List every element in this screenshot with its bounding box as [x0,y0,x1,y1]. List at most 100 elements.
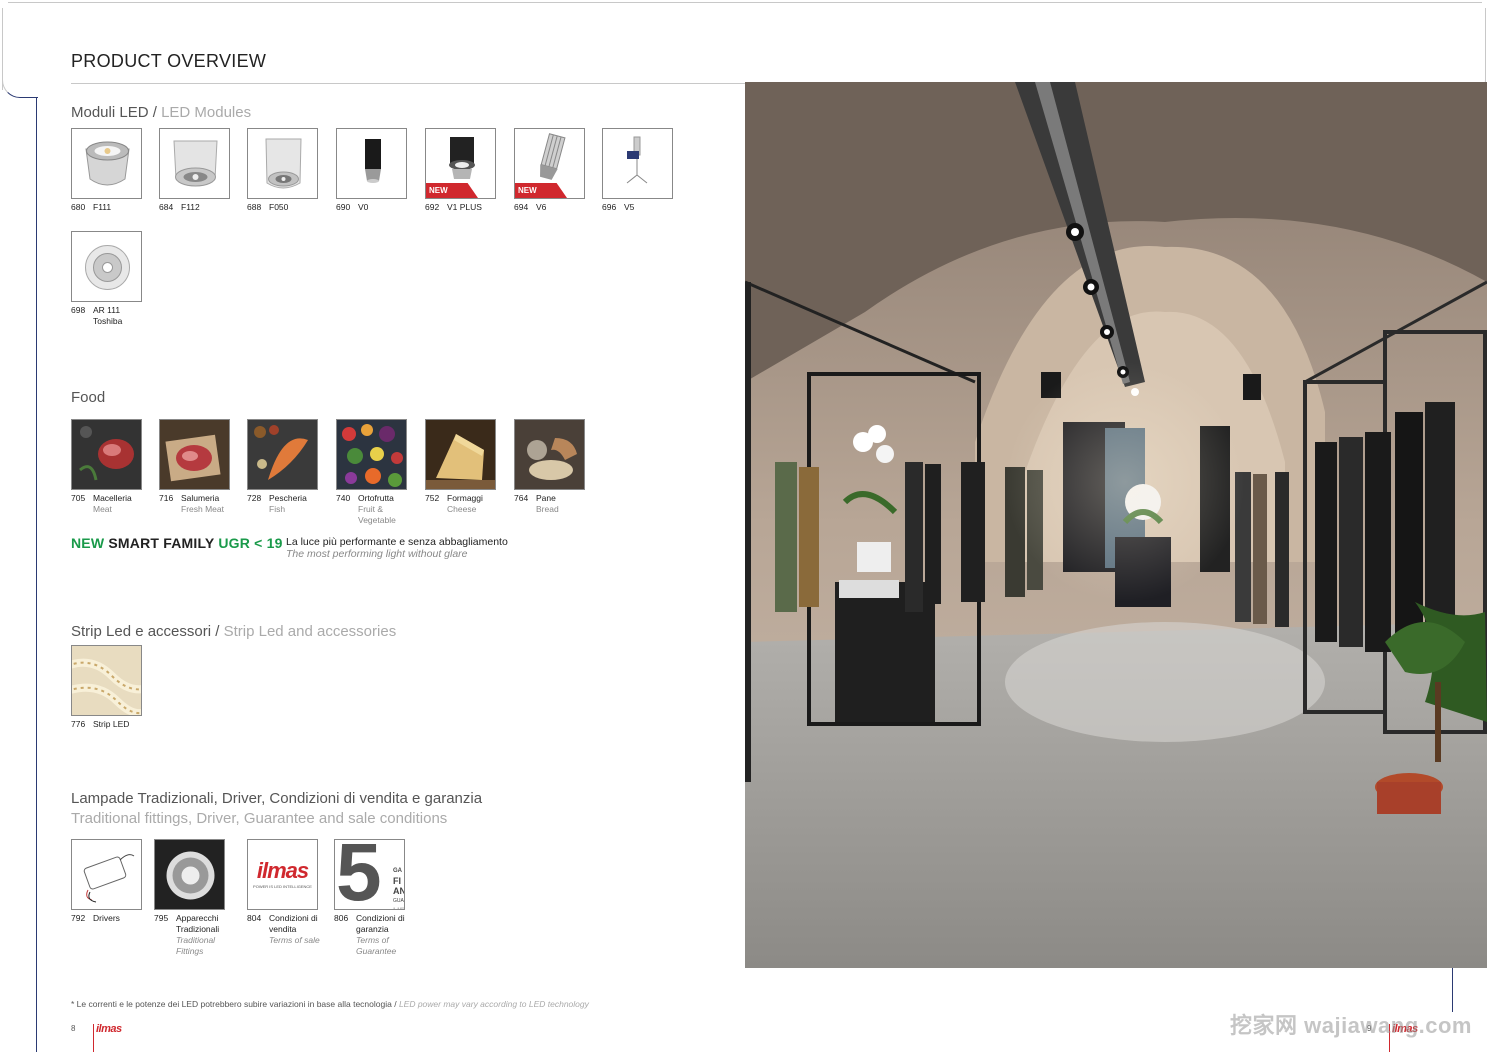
product-sublabel: Terms of [356,935,389,945]
product-label: Pescheria [269,493,307,503]
product-label-2: vendita [269,924,297,934]
product-label-2: Tradizionali [176,924,220,934]
product-number: 804 [247,913,262,923]
food-thumb [247,419,318,490]
product-number: 698 [71,305,86,315]
product-label: Ortofrutta [358,493,394,503]
product-thumb [602,128,673,199]
product-thumb [154,839,225,910]
smart-desc-it: La luce più performante e senza abbaglia… [286,536,508,548]
product-number: 792 [71,913,86,923]
smart-family-description: La luce più performante e senza abbaglia… [286,536,508,560]
product-sublabel-2: Fittings [176,946,204,956]
product-thumb [71,839,142,910]
frame-corner-left [2,70,38,98]
product-thumb [71,231,142,302]
section-title-sep: / [152,104,157,121]
product-label-2: garanzia [356,924,389,934]
product-sublabel-2: Guarantee [356,946,397,956]
product-tile-806[interactable]: 5 GA FI AN GUA UF 806 Condizioni digaranz… [334,839,474,957]
product-thumb [336,128,407,199]
product-number: 716 [159,493,174,503]
store-interior-photo [745,82,1487,968]
food-tile-764[interactable]: 764 Pane Bread [514,419,654,515]
product-number: 806 [334,913,349,923]
section-title-food: Food [71,389,106,406]
ilmas-tagline: POWER IS LED INTELLIGENCE [253,884,312,889]
food-thumb [159,419,230,490]
guarantee-text-5: UF [393,906,404,909]
product-label: Strip LED [93,719,130,729]
product-thumb [71,128,142,199]
product-number: 764 [514,493,529,503]
product-label: Salumeria [181,493,220,503]
section-title-strip: Strip Led e accessori / Strip Led and ac… [71,623,396,640]
section-title-en: LED Modules [161,104,252,121]
section-title-sep: / [215,623,220,640]
product-number: 728 [247,493,262,503]
ilmas-logo: ilmas [256,858,309,883]
guarantee-thumb: 5 GA FI AN GUA UF [334,839,405,910]
product-number: 690 [336,202,351,212]
product-number: 705 [71,493,86,503]
product-number: 688 [247,202,262,212]
product-sublabel: Toshiba [93,316,123,326]
food-thumb [514,419,585,490]
product-label: Macelleria [93,493,132,503]
product-label: Condizioni di [269,913,318,923]
product-number: 776 [71,719,86,729]
product-tile-696[interactable]: 696 V5 [602,128,742,213]
food-thumb [71,419,142,490]
footnote: * Le correnti e le potenze dei LED potre… [71,999,589,1009]
smart-ugr-label: UGR < 19 [218,535,283,551]
product-label: Pane [536,493,556,503]
product-thumb: NEW [425,128,496,199]
section-title-en: Strip Led and accessories [223,623,397,640]
product-number: 694 [514,202,529,212]
footnote-en: LED power may vary according to LED tech… [398,999,589,1009]
food-thumb [425,419,496,490]
product-label: Apparecchi [176,913,219,923]
guarantee-text-2: FI [393,876,401,886]
product-label: Formaggi [447,493,483,503]
left-margin-line [36,97,37,1052]
smart-family-name: SMART FAMILY [108,535,215,551]
guarantee-text-1: GA [393,868,402,874]
product-label: Condizioni di [356,913,405,923]
section-title-led: Moduli LED / LED Modules [71,104,251,121]
smart-family-heading: NEW SMART FAMILY UGR < 19 [71,535,283,551]
product-sublabel: Bread [536,504,559,514]
guarantee-text-3: AN [393,886,405,896]
product-number: 795 [154,913,169,923]
food-thumb [336,419,407,490]
footer-logo-left: ilmas [96,1023,122,1035]
product-sublabel-2: Vegetable [358,515,396,525]
product-number: 692 [425,202,440,212]
product-label: AR 111 [93,305,121,315]
product-thumb [71,645,142,716]
guarantee-text-4: GUA [393,898,404,904]
section-title-it: Moduli LED [71,104,149,121]
smart-desc-en: The most performing light without glare [286,548,468,560]
product-tile-698[interactable]: 698 AR 111 Toshiba [71,231,211,327]
product-thumb: NEW [514,128,585,199]
product-number: 680 [71,202,86,212]
product-number: 740 [336,493,351,503]
product-number: 684 [159,202,174,212]
page-number-left: 8 [71,1024,76,1033]
footnote-sep: / [391,999,399,1009]
product-number: 752 [425,493,440,503]
section-subtitle-lamps: Traditional fittings, Driver, Guarantee … [71,810,448,827]
brand-logo-thumb: ilmas POWER IS LED INTELLIGENCE [247,839,318,910]
product-tile-776[interactable]: 776 Strip LED [71,645,211,730]
smart-new-label: NEW [71,535,105,551]
section-title-it: Strip Led e accessori [71,623,212,640]
product-label: V5 [624,202,635,212]
footnote-it: * Le correnti e le potenze dei LED potre… [71,999,392,1009]
watermark: 挖家网 wajiawang.com [1230,1013,1472,1038]
section-title-lamps: Lampade Tradizionali, Driver, Condizioni… [71,790,483,807]
product-number: 696 [602,202,617,212]
guarantee-digit: 5 [336,839,382,910]
page-title: PRODUCT OVERVIEW [71,51,267,71]
footer-logo-bar-left [93,1024,94,1052]
